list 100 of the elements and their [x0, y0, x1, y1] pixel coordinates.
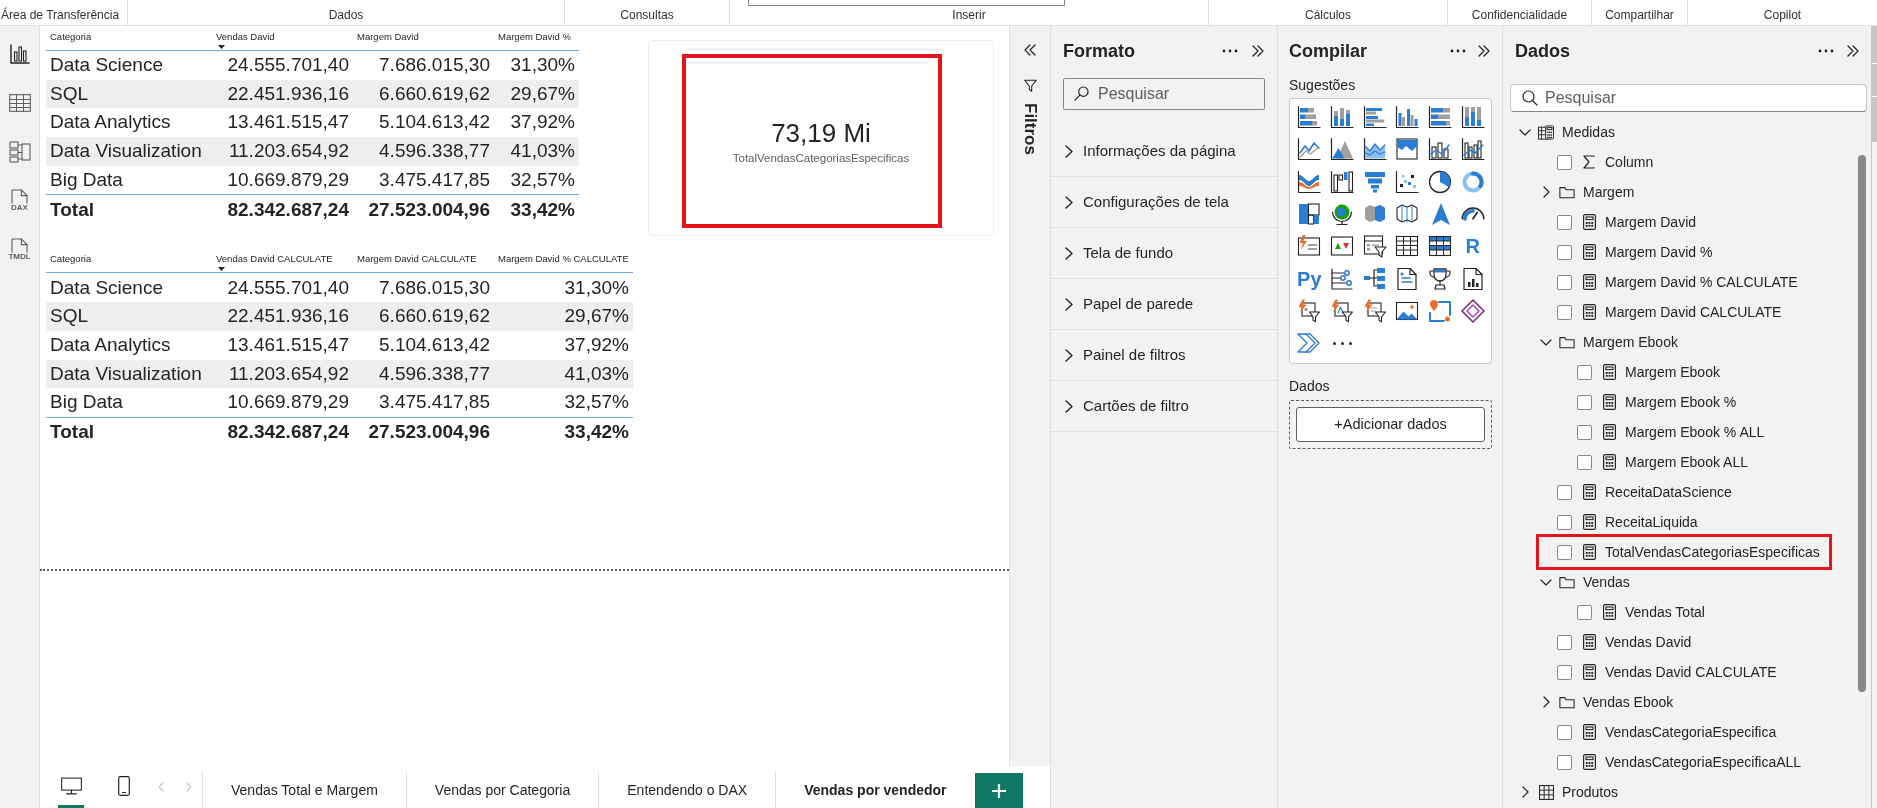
double-chevron-icon[interactable]: [1251, 45, 1265, 57]
checkbox[interactable]: [1557, 724, 1572, 740]
search-field[interactable]: Pesquisar: [1063, 78, 1265, 110]
checkbox[interactable]: [1557, 514, 1572, 530]
document-icon[interactable]: [1395, 266, 1420, 291]
chevrons-icon[interactable]: [1297, 331, 1322, 356]
more-icon[interactable]: [1450, 49, 1466, 53]
checkbox[interactable]: [1557, 304, 1572, 320]
bar-chart-icon[interactable]: [9, 43, 30, 64]
more-icon[interactable]: [1222, 49, 1238, 53]
visual-button[interactable]: Py: [1297, 267, 1322, 290]
report-document-icon[interactable]: [1460, 266, 1485, 291]
tree-item[interactable]: Margem Ebook %: [1625, 392, 1737, 412]
checkbox[interactable]: [1557, 484, 1572, 500]
checkbox[interactable]: [1577, 364, 1592, 380]
lightning-card-filter-icon[interactable]: [1297, 298, 1322, 323]
tree-item[interactable]: Produtos: [1562, 782, 1619, 802]
column-header[interactable]: Categoria: [46, 251, 212, 273]
tree-item[interactable]: Vendas Ebook: [1583, 692, 1674, 712]
tree-item[interactable]: VendasCategoriaEspecifica: [1605, 722, 1777, 742]
tree-item[interactable]: Medidas: [1562, 122, 1615, 142]
more-icon[interactable]: [1332, 341, 1352, 345]
double-chevron-icon[interactable]: [1023, 44, 1037, 56]
tree-item[interactable]: Margem: [1583, 182, 1635, 202]
column-header[interactable]: Vendas David CALCULATE: [212, 251, 353, 273]
scrollbar[interactable]: [1858, 155, 1866, 692]
hierarchy-icon[interactable]: [1362, 266, 1387, 291]
tmdl-view-button[interactable]: TMDL: [8, 238, 31, 261]
column-header[interactable]: Margem David % CALCULATE: [494, 251, 633, 273]
lollipop-chart-icon[interactable]: [1330, 266, 1355, 291]
gauge-icon[interactable]: [1460, 207, 1485, 222]
diamond-icon[interactable]: [1460, 298, 1485, 323]
chevron-right-icon[interactable]: [1542, 696, 1550, 708]
clustered-column-chart-icon[interactable]: [1395, 105, 1420, 130]
tree-item[interactable]: Margem David CALCULATE: [1605, 302, 1782, 322]
chevron-right-icon[interactable]: [1521, 786, 1529, 798]
lightning-text-filter-icon[interactable]: [1330, 298, 1355, 323]
funnel-chart-icon[interactable]: [1362, 169, 1387, 194]
clustered-bar-chart-icon[interactable]: [1362, 105, 1387, 130]
stacked-bar-chart-icon[interactable]: [1297, 105, 1322, 130]
tree-item[interactable]: Margem Ebook ALL: [1625, 452, 1748, 472]
column-header[interactable]: Margem David: [353, 29, 494, 50]
trophy-icon[interactable]: [1428, 266, 1453, 291]
kpi-icon[interactable]: [1330, 234, 1355, 259]
ribbon-chart-icon[interactable]: [1297, 169, 1322, 194]
model-diagram-icon[interactable]: [8, 140, 31, 163]
tree-item[interactable]: Margem Ebook: [1625, 362, 1720, 382]
line-and-column-chart-icon[interactable]: [1428, 137, 1453, 162]
stacked-area-chart-icon[interactable]: [1362, 137, 1387, 162]
tree-item[interactable]: Vendas David CALCULATE: [1605, 662, 1777, 682]
tree-item[interactable]: TotalVendasCategoriasEspecificas: [1605, 542, 1820, 562]
table-icon[interactable]: [1395, 234, 1420, 259]
pane-title[interactable]: Filtros: [1020, 103, 1040, 155]
dax-view-button[interactable]: DAX: [11, 189, 28, 212]
tree-item[interactable]: Margem David %: [1605, 242, 1713, 262]
checkbox[interactable]: [1557, 244, 1572, 260]
tree-item[interactable]: Vendas: [1583, 572, 1630, 592]
full-stacked-column-chart-icon[interactable]: [1460, 105, 1485, 130]
table-filter-icon[interactable]: [1362, 234, 1387, 259]
checkbox[interactable]: [1577, 454, 1592, 470]
add-data-button[interactable]: +Adicionar dados: [1296, 407, 1485, 442]
card-icon[interactable]: [1297, 234, 1322, 259]
more-icon[interactable]: [1818, 49, 1834, 53]
checkbox[interactable]: [1577, 394, 1592, 410]
tree-item[interactable]: VendasCategoriaEspecificaALL: [1605, 752, 1802, 772]
line-chart-icon[interactable]: [1297, 137, 1322, 162]
map-pin-icon[interactable]: [1428, 298, 1453, 323]
column-header[interactable]: Margem David %: [494, 29, 579, 50]
tree-item[interactable]: ReceitaLiquida: [1605, 512, 1698, 532]
checkbox[interactable]: [1557, 274, 1572, 290]
add-page-button[interactable]: [974, 773, 1023, 808]
chevron-down-icon[interactable]: [1540, 578, 1552, 586]
waterfall-chart-icon[interactable]: [1330, 169, 1355, 194]
checkbox[interactable]: [1557, 664, 1572, 680]
globe-icon[interactable]: [1330, 202, 1355, 227]
checkbox[interactable]: [1557, 214, 1572, 230]
chevron-down-icon[interactable]: [1519, 128, 1531, 136]
scatter-chart-icon[interactable]: [1395, 169, 1420, 194]
tree-item[interactable]: Vendas David: [1605, 632, 1692, 652]
double-chevron-icon[interactable]: [1477, 45, 1491, 57]
column-header[interactable]: Categoria: [46, 29, 212, 50]
filled-area-chart-icon[interactable]: [1395, 137, 1420, 162]
double-chevron-icon[interactable]: [1846, 45, 1860, 57]
pie-chart-icon[interactable]: [1428, 169, 1453, 194]
donut-chart-icon[interactable]: [1460, 169, 1485, 194]
area-chart-icon[interactable]: [1330, 137, 1355, 162]
treemap-icon[interactable]: [1297, 202, 1322, 227]
column-header[interactable]: Vendas David: [212, 29, 353, 50]
tree-item[interactable]: Margem Ebook % ALL: [1625, 422, 1765, 442]
line-and-clustered-column-chart-icon[interactable]: [1460, 137, 1485, 162]
matrix-icon[interactable]: [1428, 234, 1453, 259]
chevron-right-icon[interactable]: [1542, 186, 1550, 198]
checkbox[interactable]: [1557, 544, 1572, 560]
tree-item[interactable]: ReceitaDataScience: [1605, 482, 1732, 502]
search-field[interactable]: Pesquisar: [1510, 84, 1867, 112]
checkbox[interactable]: [1557, 754, 1572, 770]
checkbox[interactable]: [1557, 634, 1572, 650]
visual-button[interactable]: R: [1465, 235, 1480, 258]
checkbox[interactable]: [1577, 424, 1592, 440]
stacked-column-chart-icon[interactable]: [1330, 105, 1355, 130]
